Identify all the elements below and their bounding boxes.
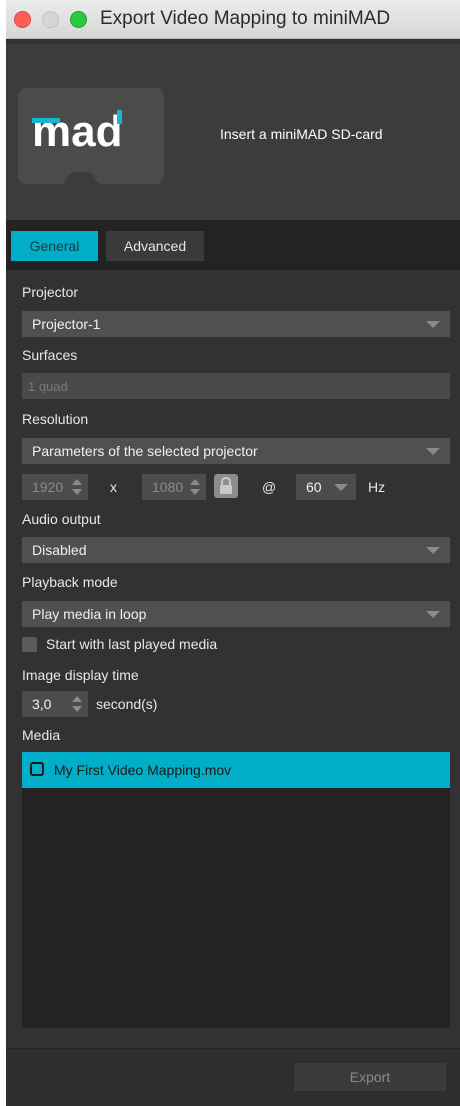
export-button[interactable]: Export [294,1063,446,1091]
playback-mode-label: Playback mode [22,574,118,590]
export-dialog-window: Export Video Mapping to miniMAD mad Inse… [6,0,460,1106]
tab-bar: General Advanced [6,220,460,270]
resolution-label: Resolution [22,411,89,427]
playback-mode-dropdown[interactable]: Play media in loop [22,601,450,627]
chevron-down-icon [426,448,440,455]
chevron-down-icon [426,321,440,328]
tab-general[interactable]: General [11,231,98,261]
image-display-time-label: Image display time [22,667,139,683]
resolution-times-label: x [110,479,117,495]
hz-unit-label: Hz [368,479,386,495]
at-symbol-label: @ [262,479,277,495]
chevron-down-icon [426,611,440,618]
refresh-rate-dropdown[interactable]: 60 [296,474,356,500]
resolution-dropdown[interactable]: Parameters of the selected projector [22,438,450,464]
projector-dropdown[interactable]: Projector-1 [22,311,450,337]
zoom-window-button[interactable] [70,11,87,28]
projector-value: Projector-1 [32,316,101,332]
surfaces-value: 1 quad [28,379,68,394]
projector-label: Projector [22,284,79,300]
resolution-height-stepper[interactable]: 1080 [142,474,206,500]
lock-icon [220,476,232,494]
audio-output-label: Audio output [22,511,101,527]
titlebar: Export Video Mapping to miniMAD [6,0,460,39]
playback-mode-value: Play media in loop [32,606,147,622]
media-label: Media [22,727,61,743]
close-window-button[interactable] [14,11,31,28]
image-display-time-stepper[interactable]: 3,0 [22,691,88,717]
start-last-played-checkbox[interactable] [22,637,37,652]
minimize-window-button[interactable] [42,11,59,28]
stepper-arrows-icon[interactable] [72,478,82,496]
refresh-rate-value: 60 [306,479,322,495]
window-title: Export Video Mapping to miniMAD [100,8,391,29]
image-display-time-value: 3,0 [32,696,52,712]
list-item[interactable]: My First Video Mapping.mov [22,752,450,788]
insert-card-message: Insert a miniMAD SD-card [220,126,383,142]
resolution-value: Parameters of the selected projector [32,443,258,459]
header-panel: mad Insert a miniMAD SD-card [6,44,460,220]
stepper-arrows-icon[interactable] [190,478,200,496]
media-item-name: My First Video Mapping.mov [54,762,232,778]
start-last-played-label: Start with last played media [46,636,218,652]
surfaces-field: 1 quad [22,373,450,399]
stepper-arrows-icon[interactable] [72,695,82,713]
seconds-unit-label: second(s) [96,696,158,712]
media-item-checkbox[interactable] [30,762,44,776]
sd-card-logo-icon: mad [18,88,164,184]
tab-advanced[interactable]: Advanced [106,231,204,261]
resolution-width-stepper[interactable]: 1920 [22,474,88,500]
footer-bar: Export [6,1048,460,1106]
logo-text: mad [32,107,122,156]
surfaces-label: Surfaces [22,347,78,363]
audio-output-value: Disabled [32,542,87,558]
chevron-down-icon [334,484,348,491]
lock-aspect-button[interactable] [214,474,238,498]
chevron-down-icon [426,547,440,554]
audio-output-dropdown[interactable]: Disabled [22,537,450,563]
resolution-width-value: 1920 [32,479,64,495]
media-list[interactable]: My First Video Mapping.mov [22,752,450,1028]
resolution-height-value: 1080 [152,479,184,495]
